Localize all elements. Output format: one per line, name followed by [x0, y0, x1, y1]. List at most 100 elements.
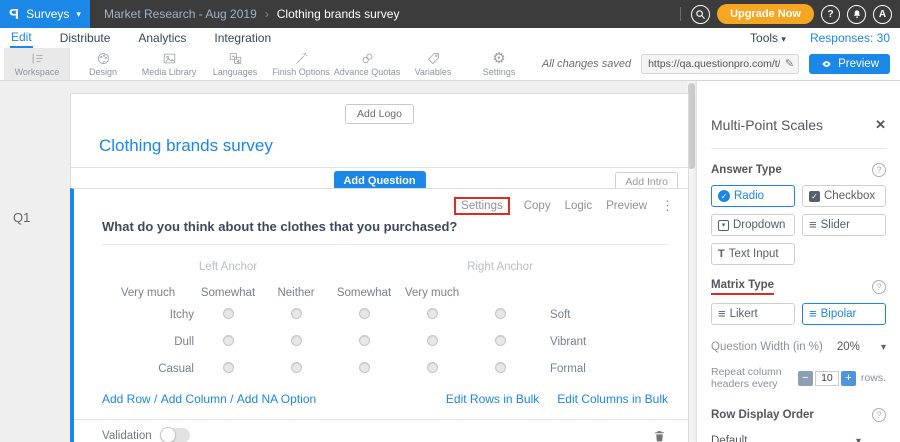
- workspace-list-icon: [29, 51, 46, 66]
- matrix-radio[interactable]: [427, 362, 438, 373]
- matrix-radio[interactable]: [291, 362, 302, 373]
- survey-title[interactable]: Clothing brands survey: [99, 136, 688, 156]
- scrollbar-thumb[interactable]: [688, 83, 695, 169]
- validation-label: Validation: [102, 430, 152, 442]
- matrix-type-section: Matrix Type ?: [711, 279, 886, 295]
- delete-question-button[interactable]: [653, 429, 666, 442]
- matrix-row-left-label[interactable]: Dull: [102, 336, 194, 348]
- sidebar-divider: [711, 148, 886, 149]
- question-action-preview[interactable]: Preview: [606, 200, 647, 212]
- breadcrumb-separator-icon: ›: [265, 7, 269, 21]
- answer-type-slider[interactable]: ≡Slider: [802, 214, 886, 236]
- matrix-row-right-label[interactable]: Formal: [534, 363, 688, 375]
- right-anchor-label: Right Anchor: [466, 261, 534, 273]
- add-na-option-link[interactable]: Add NA Option: [237, 392, 316, 406]
- matrix-radio[interactable]: [223, 335, 234, 346]
- surveys-menu[interactable]: P Surveys ▾: [0, 0, 90, 28]
- question-action-logic[interactable]: Logic: [565, 200, 593, 212]
- help-button[interactable]: ?: [821, 5, 840, 24]
- menu-item-integration[interactable]: Integration: [213, 30, 272, 47]
- checkbox-icon: ✓: [809, 191, 820, 202]
- close-icon[interactable]: ✕: [875, 117, 886, 133]
- search-button[interactable]: [691, 5, 710, 24]
- tools-menu[interactable]: Tools ▾: [750, 31, 786, 45]
- toolbar-item-design[interactable]: Design: [70, 48, 136, 80]
- toolbar-item-media-library[interactable]: Media Library: [136, 48, 202, 80]
- answer-type-radio[interactable]: ✓Radio: [711, 185, 795, 207]
- slider-icon: ≡: [809, 220, 817, 230]
- menu-item-distribute[interactable]: Distribute: [59, 30, 112, 47]
- question-action-settings[interactable]: Settings: [454, 197, 510, 215]
- survey-url-input[interactable]: [641, 54, 799, 74]
- validation-toggle[interactable]: [160, 428, 190, 442]
- matrix-radio[interactable]: [495, 335, 506, 346]
- matrix-radio[interactable]: [291, 308, 302, 319]
- matrix-row-right-label[interactable]: Vibrant: [534, 336, 688, 348]
- matrix-radio[interactable]: [427, 335, 438, 346]
- answer-type-dropdown[interactable]: ▾Dropdown: [711, 214, 795, 236]
- text-input-icon: T: [718, 248, 725, 260]
- plus-button[interactable]: +: [841, 371, 856, 386]
- question-width-value[interactable]: 20%: [837, 341, 860, 353]
- breadcrumb-folder[interactable]: Market Research - Aug 2019: [104, 7, 257, 21]
- toolbar-item-finish-options[interactable]: Finish Options: [268, 48, 334, 80]
- matrix-row: Dull Vibrant: [102, 328, 688, 355]
- question-text[interactable]: What do you think about the clothes that…: [102, 219, 668, 234]
- menu-item-analytics[interactable]: Analytics: [137, 30, 187, 47]
- question-action-copy[interactable]: Copy: [524, 200, 551, 212]
- matrix-column-header: Very much: [398, 287, 466, 299]
- palette-icon: [95, 51, 112, 66]
- matrix-radio[interactable]: [359, 335, 370, 346]
- matrix-column-header: Somewhat: [330, 287, 398, 299]
- add-logo-button[interactable]: Add Logo: [345, 104, 414, 124]
- sidebar-title: Multi-Point Scales: [711, 117, 823, 133]
- matrix-radio[interactable]: [495, 362, 506, 373]
- add-column-link[interactable]: Add Column: [161, 392, 227, 406]
- matrix-radio[interactable]: [495, 308, 506, 319]
- help-icon[interactable]: ?: [872, 163, 886, 177]
- matrix-row-left-label[interactable]: Itchy: [102, 309, 194, 321]
- matrix-radio[interactable]: [359, 362, 370, 373]
- matrix-row-left-label[interactable]: Casual: [102, 363, 194, 375]
- notifications-button[interactable]: [847, 5, 866, 24]
- chain-links-icon: [359, 51, 376, 66]
- edit-columns-in-bulk-link[interactable]: Edit Columns in Bulk: [557, 392, 668, 406]
- toolbar-item-settings[interactable]: ⚙ Settings: [466, 48, 532, 80]
- help-icon[interactable]: ?: [872, 408, 886, 422]
- tag-icon: [425, 51, 442, 66]
- matrix-radio[interactable]: [359, 308, 370, 319]
- matrix-type-label: Matrix Type: [711, 279, 774, 295]
- edit-url-pencil-icon[interactable]: ✎: [785, 57, 794, 70]
- toolbar-item-workspace[interactable]: Workspace: [4, 48, 70, 80]
- matrix-anchors-row: Left Anchor Right Anchor: [102, 259, 688, 275]
- matrix-type-likert[interactable]: ≡Likert: [711, 303, 795, 325]
- matrix-type-bipolar[interactable]: ≡Bipolar: [802, 303, 886, 325]
- account-avatar[interactable]: A: [873, 5, 892, 24]
- upgrade-now-button[interactable]: Upgrade Now: [717, 4, 814, 24]
- answer-type-checkbox[interactable]: ✓Checkbox: [802, 185, 886, 207]
- edit-rows-in-bulk-link[interactable]: Edit Rows in Bulk: [446, 392, 539, 406]
- matrix-radio[interactable]: [223, 308, 234, 319]
- answer-type-text-input[interactable]: TText Input: [711, 243, 795, 265]
- menubar: Edit Distribute Analytics Integration To…: [0, 28, 900, 48]
- matrix-radio[interactable]: [427, 308, 438, 319]
- kebab-menu-icon[interactable]: ⋮: [661, 198, 674, 214]
- link-separator: /: [227, 392, 237, 406]
- repeat-headers-value[interactable]: 10: [815, 371, 839, 386]
- help-icon[interactable]: ?: [872, 280, 886, 294]
- menu-item-edit[interactable]: Edit: [10, 29, 33, 48]
- responses-count[interactable]: Responses: 30: [810, 31, 890, 45]
- add-row-link[interactable]: Add Row: [102, 392, 151, 406]
- matrix-radio[interactable]: [291, 335, 302, 346]
- gear-icon: ⚙: [492, 52, 505, 66]
- minus-button[interactable]: −: [798, 371, 813, 386]
- toolbar-item-advance-quotas[interactable]: Advance Quotas: [334, 48, 400, 80]
- matrix-column-headers: Very much Somewhat Neither Somewhat Very…: [102, 285, 688, 301]
- chevron-down-icon[interactable]: ▾: [881, 342, 886, 353]
- toolbar-item-variables[interactable]: Variables: [400, 48, 466, 80]
- matrix-row-right-label[interactable]: Soft: [534, 309, 688, 321]
- row-display-order-select[interactable]: Default ▾: [711, 435, 861, 442]
- toolbar-item-languages[interactable]: Languages: [202, 48, 268, 80]
- matrix-radio[interactable]: [223, 362, 234, 373]
- preview-button[interactable]: Preview: [809, 54, 890, 74]
